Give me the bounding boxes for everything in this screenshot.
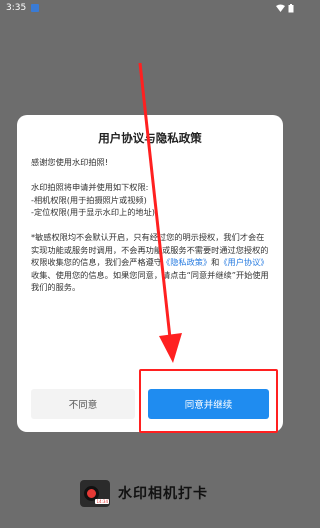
greeting-text: 感谢您使用水印拍照! — [31, 157, 108, 167]
privacy-policy-link[interactable]: 《隐私政策》 — [162, 257, 211, 267]
status-bar: 3:35 — [0, 0, 300, 16]
dialog-body: 感谢您使用水印拍照! 水印拍照将申请并使用如下权限: -相机权限(用于拍摄照片或… — [31, 156, 271, 294]
notice-part2: 收集、使用您的信息。如果您同意，请点击“同意并继续”开始使用我们的服务。 — [31, 269, 269, 293]
status-time: 3:35 — [6, 3, 27, 13]
brand-footer: 14:34 水印相机打卡 — [80, 478, 208, 508]
battery-icon — [288, 3, 294, 12]
app-notification-icon — [31, 4, 40, 12]
logo-stamp-text: 14:34 — [95, 498, 109, 504]
permission-location: -定位权限(用于显示水印上的地址) — [31, 207, 155, 217]
user-agreement-link[interactable]: 《用户协议》 — [219, 257, 268, 267]
status-icons — [276, 3, 294, 13]
brand-name: 水印相机打卡 — [118, 486, 208, 502]
wifi-icon — [276, 4, 285, 12]
permissions-intro: 水印拍照将申请并使用如下权限: — [31, 182, 149, 192]
permission-camera: -相机权限(用于拍摄照片或视频) — [31, 194, 147, 205]
agree-continue-button[interactable]: 同意并继续 — [148, 389, 269, 419]
sensitive-permission-notice: *敏感权限均不会默认开启，只有经过您的明示授权，我们才会在实现功能或服务时调用，… — [31, 231, 271, 294]
disagree-button[interactable]: 不同意 — [31, 389, 135, 419]
dialog-title: 用户协议与隐私政策 — [98, 131, 202, 145]
privacy-dialog: 用户协议与隐私政策 感谢您使用水印拍照! 水印拍照将申请并使用如下权限: -相机… — [17, 115, 283, 432]
camera-logo-icon: 14:34 — [80, 479, 110, 507]
